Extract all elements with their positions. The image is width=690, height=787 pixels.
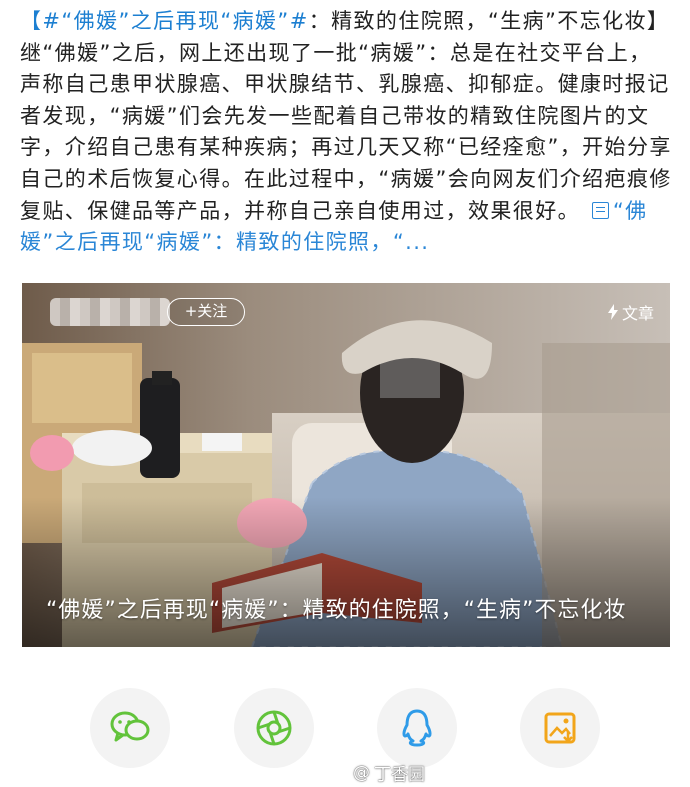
- save-image-button[interactable]: [520, 688, 600, 768]
- hashtag-link[interactable]: 【#“佛媛”之后再现“病媛”#: [20, 9, 309, 33]
- article-tag: 文章: [607, 300, 654, 324]
- share-moments-button[interactable]: [234, 688, 314, 768]
- author-avatar-blurred[interactable]: [50, 298, 170, 326]
- share-bar: [0, 688, 690, 768]
- article-icon: [591, 201, 609, 219]
- watermark-at: @: [353, 762, 370, 783]
- qq-icon: [402, 709, 432, 747]
- follow-button[interactable]: +关注: [167, 298, 245, 326]
- lightning-icon: [607, 304, 619, 320]
- article-label: 文章: [621, 304, 654, 323]
- share-qq-button[interactable]: [377, 688, 457, 768]
- watermark-handle: 丁香园: [374, 765, 425, 785]
- card-caption: “佛媛”之后再现“病媛”：精致的住院照，“生病”不忘化妆: [46, 598, 627, 623]
- save-image-icon: [544, 712, 576, 744]
- article-card[interactable]: +关注 文章 “佛媛”之后再现“病媛”：精致的住院照，“生病”不忘化妆: [22, 283, 670, 647]
- weibo-icon: [327, 764, 349, 782]
- post-body: ：精致的住院照，“生病”不忘化妆】继“佛媛”之后，网上还出现了一批“病媛”：总是…: [20, 9, 672, 223]
- post-text: 【#“佛媛”之后再现“病媛”#：精致的住院照，“生病”不忘化妆】继“佛媛”之后，…: [20, 6, 672, 259]
- moments-icon: [256, 710, 292, 746]
- wechat-icon: [110, 711, 150, 742]
- watermark: @ 丁香园: [327, 760, 425, 785]
- share-wechat-button[interactable]: [90, 688, 170, 768]
